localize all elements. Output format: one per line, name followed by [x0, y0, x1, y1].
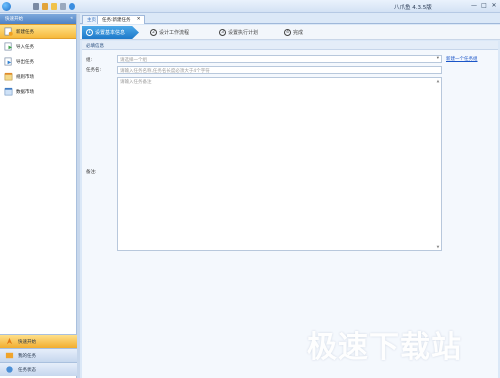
section-task-status[interactable]: 任务状态 [0, 362, 77, 376]
sidebar-item-label: 规则市场 [16, 74, 34, 80]
sidebar-item-rules-market[interactable]: 规则市场 [0, 69, 76, 84]
group-select[interactable]: 请选择一个组 ▾ [117, 55, 442, 63]
tab-new-task[interactable]: 任务:新建任务 ✕ [97, 15, 145, 24]
tab-bar: 主页 任务:新建任务 ✕ [80, 14, 500, 24]
export-icon [4, 57, 12, 66]
user-icon[interactable] [33, 3, 39, 10]
restore-button[interactable]: □ [480, 2, 488, 10]
step-number: 4 [284, 29, 291, 36]
app-logo-icon[interactable] [2, 2, 11, 11]
task-status-icon [6, 366, 13, 373]
scroll-down-icon[interactable]: ▼ [436, 245, 440, 249]
task-name-placeholder: 请输入任务名称,任务名长度必须大于4个字符 [120, 69, 210, 74]
step-design-workflow[interactable]: 2 设计工作流程 [150, 26, 189, 39]
sidebar-item-export-task[interactable]: 导出任务 [0, 54, 76, 69]
step-label: 完成 [293, 30, 304, 36]
section-my-tasks[interactable]: 我的任务 [0, 348, 77, 362]
step-number: 3 [219, 29, 226, 36]
close-button[interactable]: ✕ [490, 2, 498, 10]
step-number: 1 [86, 29, 93, 36]
sidebar-item-label: 导入任务 [16, 44, 34, 50]
note-label: 备注: [86, 170, 97, 175]
section-label: 我的任务 [18, 353, 36, 359]
rules-market-icon [4, 72, 13, 81]
step-execution-plan[interactable]: 3 设置执行计划 [219, 26, 258, 39]
sidebar-item-data-market[interactable]: 数据市场 [0, 84, 76, 99]
note-placeholder: 请输入任务备注 [120, 80, 152, 85]
section-title: 必填信息 [82, 41, 498, 50]
task-name-input[interactable]: 请输入任务名称,任务名长度必须大于4个字符 [117, 66, 442, 74]
sidebar-item-new-task[interactable]: 新建任务 [0, 24, 76, 39]
quick-start-icon [6, 337, 13, 345]
sidebar-header-label: 快速开始 [5, 17, 23, 22]
sidebar-item-import-task[interactable]: 导入任务 [0, 39, 76, 54]
step-number: 2 [150, 29, 157, 36]
tab-label: 任务:新建任务 [102, 18, 131, 23]
collapse-icon[interactable]: « [70, 16, 73, 21]
group-label: 组: [86, 58, 93, 63]
watermark: 极速下载站 [307, 330, 462, 365]
step-label: 设置基本信息 [95, 30, 126, 36]
new-group-link[interactable]: 新建一个任务组 [446, 56, 478, 62]
group-placeholder: 请选择一个组 [120, 58, 147, 63]
data-market-icon [4, 87, 13, 96]
task-name-label: 任务名: [86, 68, 102, 73]
section-label: 任务状态 [18, 367, 36, 373]
my-tasks-icon [5, 352, 14, 359]
sidebar-sections: 快速开始 我的任务 任务状态 [0, 334, 77, 376]
folder-icon[interactable] [42, 3, 48, 10]
message-icon[interactable] [51, 3, 57, 10]
settings-icon[interactable] [60, 3, 66, 10]
quick-toolbar [33, 3, 75, 10]
step-finish[interactable]: 4 完成 [284, 26, 303, 39]
help-icon[interactable] [69, 3, 75, 10]
app-title: 八爪鱼 4.3.5版 [394, 5, 432, 11]
sidebar-header: 快速开始 « [0, 14, 76, 24]
sidebar: 快速开始 « 新建任务 导入任务 导出任务 规则市场 数据市场 快速开始 我的任… [0, 14, 77, 378]
sidebar-item-label: 导出任务 [16, 59, 34, 65]
scroll-up-icon[interactable]: ▲ [436, 79, 440, 83]
tab-close-icon[interactable]: ✕ [137, 17, 141, 22]
step-label: 设置执行计划 [228, 30, 259, 36]
chevron-down-icon: ▾ [436, 56, 439, 61]
wizard-steps: 1 设置基本信息 2 设计工作流程 3 设置执行计划 4 完成 [80, 25, 500, 40]
section-label: 快速开始 [18, 339, 36, 345]
section-quick-start[interactable]: 快速开始 [0, 334, 77, 348]
new-task-icon [4, 27, 13, 36]
import-icon [4, 42, 13, 51]
minimize-button[interactable]: — [470, 2, 478, 10]
window-controls: — □ ✕ [470, 2, 498, 10]
title-bar: 八爪鱼 4.3.5版 — □ ✕ [0, 0, 500, 13]
step-label: 设计工作流程 [159, 30, 190, 36]
note-textarea[interactable]: 请输入任务备注 ▲ ▼ [117, 77, 442, 251]
sidebar-item-label: 数据市场 [16, 89, 34, 95]
step-basic-info[interactable]: 1 设置基本信息 [82, 26, 139, 39]
sidebar-item-label: 新建任务 [16, 29, 34, 35]
